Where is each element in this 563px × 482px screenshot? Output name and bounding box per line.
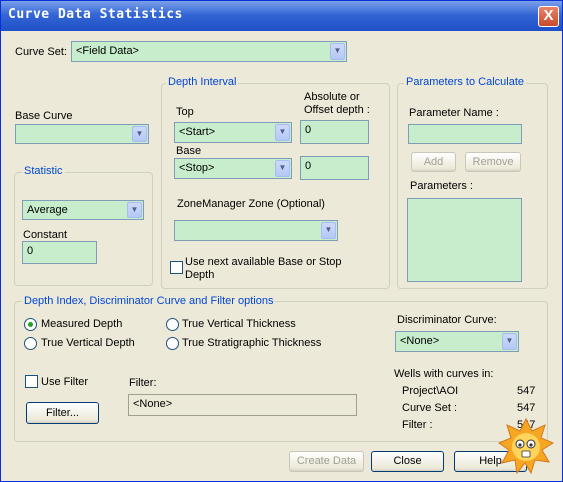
project-aoi-count: 547 (517, 385, 536, 397)
use-next-label-line1: Use next available Base or Stop (185, 256, 342, 268)
use-next-label-line2: Depth (185, 269, 215, 281)
use-filter-label: Use Filter (41, 376, 89, 388)
constant-label: Constant (23, 229, 68, 241)
close-icon[interactable]: X (538, 6, 559, 27)
parameters-legend: Parameters to Calculate (404, 76, 526, 88)
discriminator-curve-label: Discriminator Curve: (397, 314, 497, 326)
statistic-legend: Statistic (22, 165, 65, 177)
statistic-select[interactable]: Average ▼ (22, 200, 144, 220)
measured-depth-label: Measured Depth (41, 318, 123, 330)
create-data-button[interactable]: Create Data (289, 451, 364, 472)
base-select[interactable]: <Stop> ▼ (174, 158, 292, 179)
curve-set-count-label: Curve Set : (402, 402, 458, 414)
true-stratigraphic-thickness-label: True Stratigraphic Thickness (182, 337, 322, 349)
measured-depth-radio[interactable] (24, 318, 37, 331)
base-curve-select[interactable]: ▼ (15, 124, 149, 144)
chevron-down-icon[interactable]: ▼ (321, 222, 336, 239)
true-stratigraphic-thickness-radio[interactable] (166, 337, 179, 350)
discriminator-curve-select[interactable]: <None> ▼ (395, 331, 519, 352)
chevron-down-icon[interactable]: ▼ (275, 124, 290, 141)
chevron-down-icon[interactable]: ▼ (502, 333, 517, 350)
depth-interval-legend: Depth Interval (166, 76, 239, 88)
use-next-checkbox[interactable] (170, 261, 183, 274)
filter-label: Filter: (129, 377, 157, 389)
true-vertical-thickness-radio[interactable] (166, 318, 179, 331)
statistic-value: Average (27, 204, 68, 216)
curve-set-label: Curve Set: (15, 46, 67, 58)
filter-value-field: <None> (128, 394, 357, 416)
use-filter-checkbox[interactable] (25, 375, 38, 388)
constant-input[interactable]: 0 (22, 241, 97, 264)
base-offset-input[interactable]: 0 (300, 156, 369, 180)
depth-index-legend: Depth Index, Discriminator Curve and Fil… (22, 295, 276, 307)
true-vertical-thickness-label: True Vertical Thickness (182, 318, 296, 330)
top-offset-input[interactable]: 0 (300, 120, 369, 144)
filter-button[interactable]: Filter... (26, 402, 99, 424)
curve-set-count: 547 (517, 402, 536, 414)
filter-count-label: Filter : (402, 419, 433, 431)
base-value: <Stop> (179, 162, 215, 174)
chevron-down-icon[interactable]: ▼ (132, 126, 147, 142)
absolute-label-line2: Offset depth : (304, 104, 370, 116)
zone-select[interactable]: ▼ (174, 220, 338, 241)
mascot-emoji-icon (497, 417, 555, 475)
chevron-down-icon[interactable]: ▼ (127, 202, 142, 218)
parameter-name-input[interactable] (408, 124, 522, 144)
remove-button[interactable]: Remove (465, 152, 521, 172)
top-label: Top (176, 106, 194, 118)
chevron-down-icon[interactable]: ▼ (275, 160, 290, 177)
parameters-list[interactable] (407, 198, 522, 282)
add-button[interactable]: Add (411, 152, 456, 172)
zone-label: ZoneManager Zone (Optional) (177, 198, 325, 210)
true-vertical-depth-label: True Vertical Depth (41, 337, 135, 349)
close-button[interactable]: Close (371, 451, 444, 472)
window-title: Curve Data Statistics (8, 7, 183, 22)
curve-set-value: <Field Data> (76, 45, 139, 57)
curve-data-statistics-dialog: Curve Data Statistics X Curve Set: <Fiel… (0, 0, 563, 482)
absolute-label-line1: Absolute or (304, 91, 360, 103)
true-vertical-depth-radio[interactable] (24, 337, 37, 350)
parameter-name-label: Parameter Name : (409, 107, 499, 119)
chevron-down-icon[interactable]: ▼ (330, 43, 345, 60)
top-value: <Start> (179, 126, 216, 138)
wells-with-curves-label: Wells with curves in: (394, 368, 494, 380)
base-curve-label: Base Curve (15, 110, 73, 122)
title-bar[interactable]: Curve Data Statistics X (1, 1, 562, 31)
parameters-list-label: Parameters : (410, 180, 473, 192)
top-select[interactable]: <Start> ▼ (174, 122, 292, 143)
project-aoi-label: Project\AOI (402, 385, 459, 397)
curve-set-select[interactable]: <Field Data> ▼ (71, 41, 347, 62)
base-label: Base (176, 145, 202, 157)
discriminator-curve-value: <None> (400, 335, 440, 347)
